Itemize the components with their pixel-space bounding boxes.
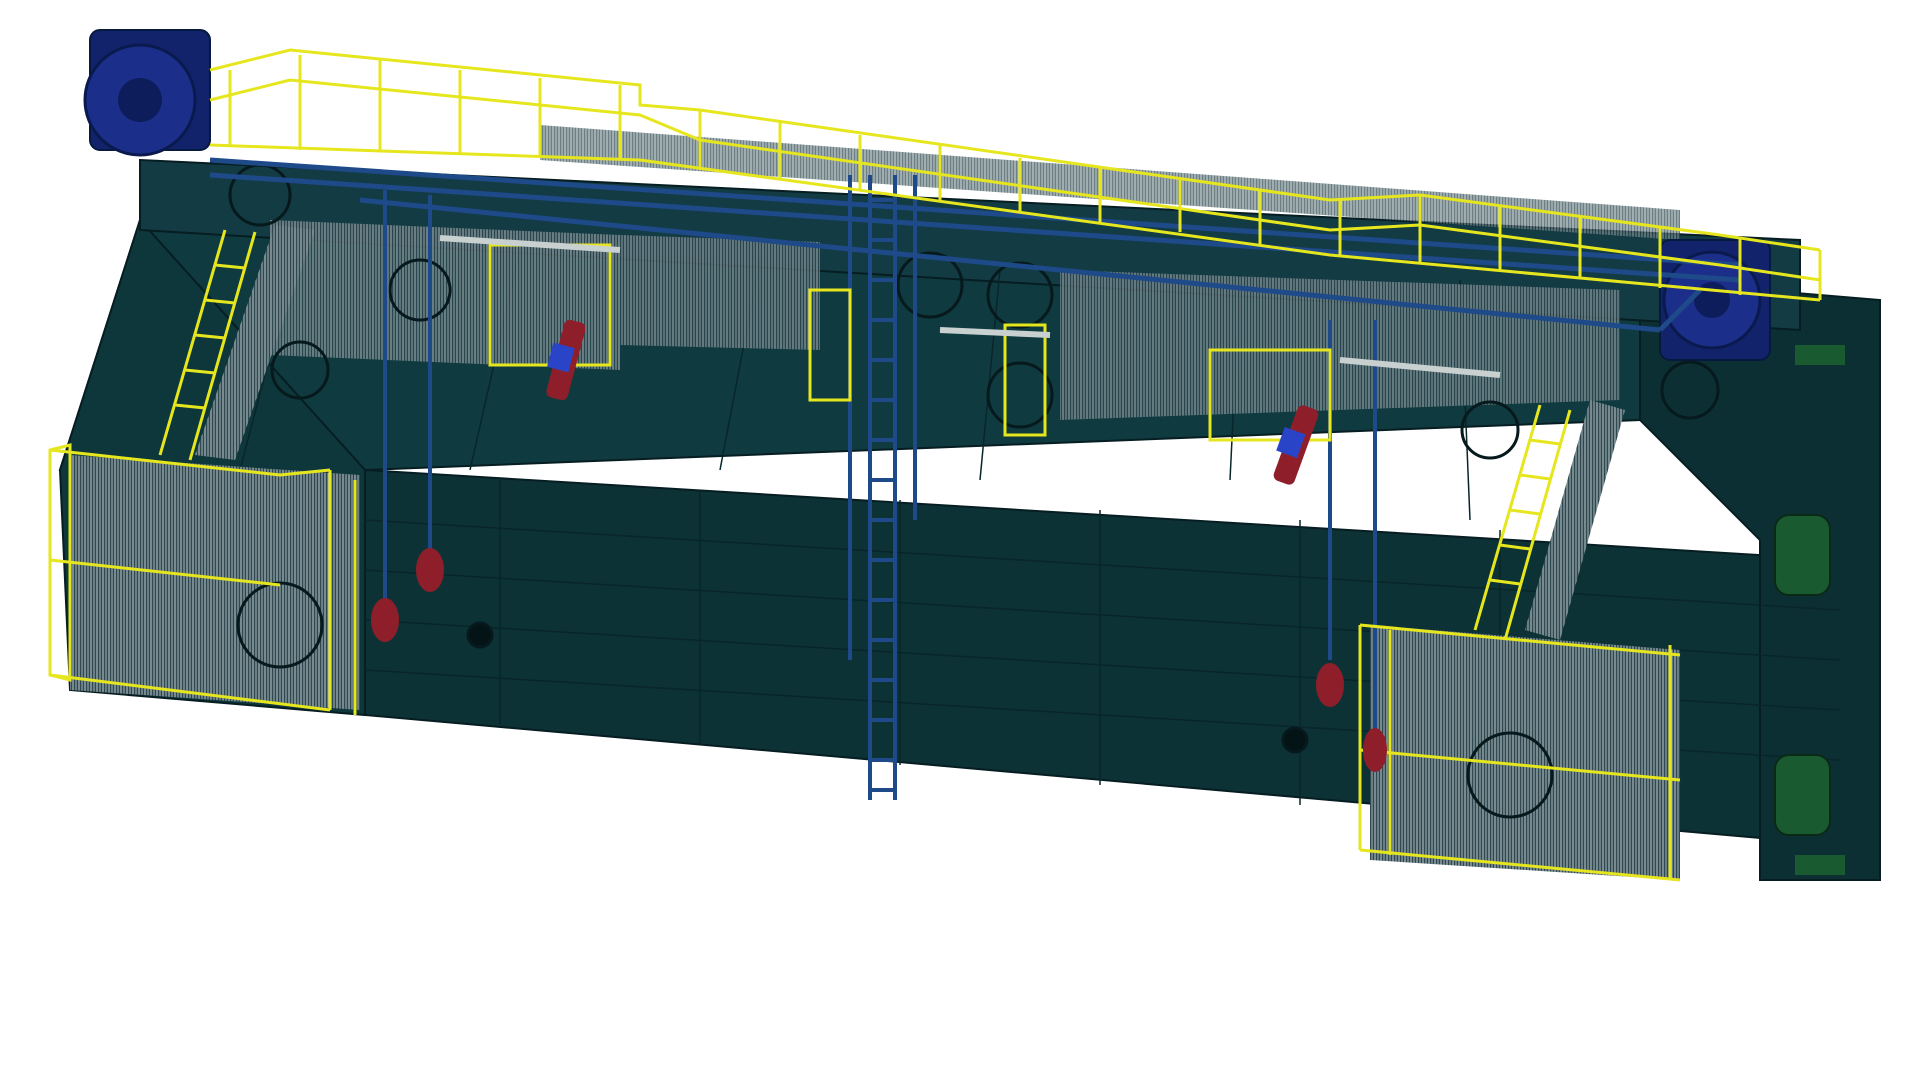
- gate-structure-model: [48, 29, 1881, 882]
- cad-viewport[interactable]: [0, 0, 1916, 1078]
